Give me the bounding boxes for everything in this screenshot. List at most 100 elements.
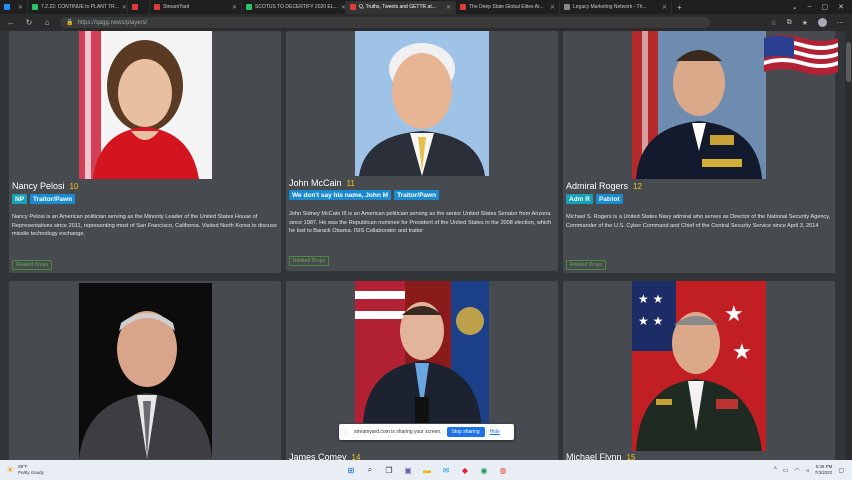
mail-icon[interactable]: ✉ [441, 465, 451, 475]
browser-extensions: ☆ ⧉ ★ ⋯ [770, 18, 852, 27]
player-description: Michael S. Rogers is a United States Nav… [566, 214, 831, 229]
partly-cloudy-icon: ☀ [6, 464, 15, 475]
tag-badge[interactable]: Traitor/Pawn [30, 194, 76, 204]
close-icon[interactable]: ✕ [662, 4, 667, 11]
browser-tab-streamyard[interactable]: StreamYard ✕ [150, 0, 242, 14]
browser-tab-2[interactable]: 7.2.22: CONTINUE to PLANT TR... ✕ [28, 0, 128, 14]
page-scrollbar[interactable] [845, 31, 852, 460]
tab-search-icon[interactable]: ⌄ [792, 3, 798, 11]
comey-portrait-image [355, 281, 489, 423]
screen-share-banner: ⋮ streamyard.com is sharing your screen.… [339, 424, 514, 440]
close-icon[interactable]: ✕ [122, 4, 127, 11]
tag-badge[interactable]: Adm R [566, 194, 593, 204]
player-name: James Comey 14 [289, 452, 361, 460]
tag-badge[interactable]: We don't say his name, John M [289, 190, 392, 200]
player-photo: ★ ★ ★ ★ ★ ★ [632, 281, 766, 451]
flynn-portrait-image: ★ ★ ★ ★ ★ ★ [632, 281, 762, 451]
taskbar-apps: ⊞ ⌕ ❐ ▣ ▬ ✉ ◆ ◉ ◍ [346, 465, 508, 475]
player-card-pelosi: Nancy Pelosi 10 NP Traitor/Pawn Nancy Pel… [9, 31, 281, 273]
new-tab-button[interactable]: + [672, 3, 687, 12]
player-card-flynn: ★ ★ ★ ★ ★ ★ Michael Flynn 15 [563, 281, 835, 460]
browser-tab-7[interactable]: The Deep State Global Elites Ar... ✕ [456, 0, 560, 14]
url-text: https://qagg.news/players/ [77, 19, 148, 26]
browser-tab-8[interactable]: Legacy Marketing Network - Th... ✕ [560, 0, 672, 14]
browser-toolbar: ← ↻ ⌂ 🔒 https://qagg.news/players/ ☆ ⧉ ★… [0, 14, 852, 31]
tab-favicon-icon [564, 4, 570, 10]
player-description: John Sidney McCain III is an American po… [289, 211, 552, 235]
player-tags: We don't say his name, John M Traitor/Pa… [289, 190, 440, 200]
tab-favicon-icon [460, 4, 466, 10]
player-score: 10 [69, 182, 79, 191]
player-name: John McCain 11 [289, 178, 355, 188]
browser-tab-5[interactable]: SCOTUS TO DECERTIFY 2020 EL... ✕ [242, 0, 346, 14]
chat-icon[interactable]: ▣ [403, 465, 413, 475]
player-photo [632, 31, 766, 179]
more-menu-icon[interactable]: ⋯ [837, 19, 844, 27]
related-drops-button[interactable]: Related Drops [566, 260, 606, 270]
windows-start-icon[interactable]: ⊞ [346, 465, 356, 475]
share-message: streamyard.com is sharing your screen. [354, 429, 442, 435]
player-card-mccain: John McCain 11 We don't say his name, Joh… [286, 31, 558, 271]
rumble-icon [246, 4, 252, 10]
browser-tab-active[interactable]: Q, Truths, Tweets and GETTR at... ✕ [346, 0, 456, 14]
tray-app-icon[interactable]: ▭ [783, 467, 789, 474]
refresh-icon[interactable]: ↻ [24, 18, 34, 27]
windows-taskbar: ☀ 89°F Partly cloudy ⊞ ⌕ ❐ ▣ ▬ ✉ ◆ ◉ ◍ ^… [0, 460, 852, 480]
player-name: Nancy Pelosi 10 [12, 181, 79, 191]
task-view-icon[interactable]: ❐ [384, 465, 394, 475]
edge-icon[interactable]: ◉ [479, 465, 489, 475]
player-photo [79, 31, 212, 179]
pelosi-portrait-image [79, 31, 199, 179]
chevron-up-icon[interactable]: ^ [774, 467, 777, 473]
weather-desc: Partly cloudy [18, 470, 44, 475]
player-photo [355, 281, 489, 423]
svg-text:★: ★ [724, 302, 744, 327]
wifi-icon[interactable]: ◠ [795, 467, 800, 474]
player-card-4 [9, 281, 281, 460]
player-score: 14 [351, 453, 361, 460]
favorites-icon[interactable]: ★ [802, 19, 808, 27]
close-window-button[interactable]: ✕ [838, 3, 844, 11]
tag-badge[interactable]: Traitor/Pawn [394, 190, 440, 200]
notification-icon[interactable]: ▢ [838, 467, 844, 474]
collections-icon[interactable]: ⧉ [787, 19, 792, 27]
browser-tab-3[interactable] [128, 0, 150, 14]
home-icon[interactable]: ⌂ [42, 18, 52, 27]
profile-avatar[interactable] [818, 18, 827, 27]
related-drops-button[interactable]: Related Drops [289, 256, 329, 266]
tag-badge[interactable]: NP [12, 194, 28, 204]
weather-widget[interactable]: ☀ 89°F Partly cloudy [0, 464, 116, 476]
store-icon[interactable]: ◆ [460, 465, 470, 475]
scrollbar-thumb[interactable] [846, 42, 851, 82]
stop-sharing-button[interactable]: Stop sharing [446, 427, 485, 437]
favorites-star-icon[interactable]: ☆ [770, 19, 776, 27]
back-icon[interactable]: ← [6, 18, 16, 27]
volume-icon[interactable]: ◃ [806, 467, 809, 474]
player-score: 15 [626, 453, 636, 460]
minimize-button[interactable]: – [808, 3, 812, 11]
close-icon[interactable]: ✕ [18, 4, 23, 11]
player-tags: Adm R Patriot [566, 194, 623, 204]
rumble-icon [32, 4, 38, 10]
player-portrait-image [79, 311, 212, 459]
rogers-portrait-image [632, 31, 762, 179]
related-drops-button[interactable]: Related Drops [12, 260, 52, 270]
svg-text:★ ★: ★ ★ [638, 292, 663, 306]
drag-handle-icon[interactable]: ⋮ [343, 429, 349, 436]
close-icon[interactable]: ✕ [550, 4, 555, 11]
chrome-icon[interactable]: ◍ [498, 465, 508, 475]
close-icon[interactable]: ✕ [341, 4, 345, 11]
maximize-button[interactable]: ▢ [822, 3, 829, 11]
address-bar[interactable]: 🔒 https://qagg.news/players/ [60, 17, 710, 28]
browser-tab-1[interactable]: ✕ [0, 0, 28, 14]
search-icon[interactable]: ⌕ [365, 465, 375, 475]
lock-icon: 🔒 [66, 20, 74, 26]
mccain-portrait-image [359, 43, 485, 176]
close-icon[interactable]: ✕ [446, 4, 451, 11]
clock[interactable]: 5:36 PM 7/3/2022 [815, 464, 833, 476]
browser-tab-strip: ✕ 7.2.22: CONTINUE to PLANT TR... ✕ Strea… [0, 0, 852, 14]
hide-banner-link[interactable]: Hide [490, 429, 500, 435]
close-icon[interactable]: ✕ [232, 4, 237, 11]
tag-badge[interactable]: Patriot [595, 194, 623, 204]
file-explorer-icon[interactable]: ▬ [422, 465, 432, 475]
